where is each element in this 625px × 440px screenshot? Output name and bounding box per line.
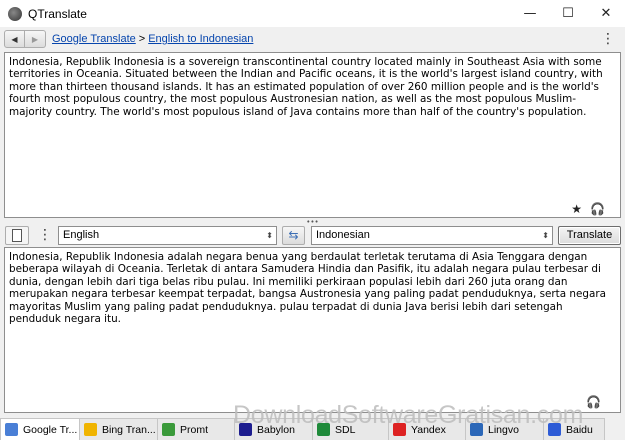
back-button[interactable]: ◀ <box>4 30 25 48</box>
translation-listen-icon[interactable]: 🎧 <box>586 395 601 409</box>
target-language-select[interactable]: Indonesian ⬍ <box>311 226 553 245</box>
source-actions: ★ 🎧 <box>571 202 605 216</box>
source-language-select[interactable]: English ⬍ <box>58 226 277 245</box>
close-button[interactable]: ✕ <box>587 0 625 27</box>
favorite-star-icon[interactable]: ★ <box>571 202 582 216</box>
window-title: QTranslate <box>28 6 87 21</box>
babylon-icon <box>239 423 252 436</box>
tab-label: Baidu <box>566 423 593 436</box>
tab-label: Babylon <box>257 423 295 436</box>
breadcrumb-service-link[interactable]: Google Translate <box>52 33 136 45</box>
sdl-icon <box>317 423 330 436</box>
source-language-value: English <box>63 229 100 241</box>
language-toolbar: ⋮ English ⬍ ⇆ Indonesian ⬍ Translate <box>0 225 625 246</box>
source-text-area[interactable]: Indonesia, Republik Indonesia is a sover… <box>4 52 621 218</box>
tab-google-translate[interactable]: Google Tr... <box>0 418 80 440</box>
maximize-button[interactable]: ☐ <box>549 0 587 27</box>
translation-actions: 🎧 <box>586 395 601 409</box>
tab-yandex[interactable]: Yandex <box>388 418 466 440</box>
tab-label: Promt <box>180 423 209 436</box>
breadcrumb-separator: > <box>138 33 146 45</box>
tab-label: Lingvo <box>488 423 519 436</box>
yandex-icon <box>393 423 406 436</box>
lingvo-icon <box>470 423 483 436</box>
source-listen-icon[interactable]: 🎧 <box>590 202 605 216</box>
translate-button[interactable]: Translate <box>558 226 621 245</box>
tab-label: Yandex <box>411 423 446 436</box>
tab-baidu[interactable]: Baidu <box>543 418 605 440</box>
breadcrumb-direction-link[interactable]: English to Indonesian <box>148 33 253 45</box>
copy-button[interactable] <box>5 226 29 245</box>
main-menu-icon[interactable]: ⋮ <box>601 32 615 46</box>
breadcrumb: Google Translate > English to Indonesian <box>52 33 253 45</box>
app-logo-icon <box>8 6 22 21</box>
dropdown-arrow-icon: ⬍ <box>542 231 549 240</box>
tab-label: Bing Tran... <box>102 423 156 436</box>
tab-lingvo[interactable]: Lingvo <box>465 418 544 440</box>
baidu-icon <box>548 423 561 436</box>
title-bar: QTranslate — ☐ ✕ <box>0 0 625 27</box>
target-language-value: Indonesian <box>316 229 370 241</box>
navigation-bar: ◀ ▶ Google Translate > English to Indonesi… <box>0 28 625 50</box>
dropdown-arrow-icon: ⬍ <box>266 231 273 240</box>
google-translate-icon <box>5 423 18 436</box>
bing-icon <box>84 423 97 436</box>
tab-sdl[interactable]: SDL <box>312 418 389 440</box>
tab-babylon[interactable]: Babylon <box>234 418 313 440</box>
pane-splitter[interactable]: ••• <box>0 219 625 226</box>
tab-promt[interactable]: Promt <box>157 418 235 440</box>
minimize-button[interactable]: — <box>511 0 549 27</box>
toolbar-menu-icon[interactable]: ⋮ <box>38 226 52 245</box>
forward-button[interactable]: ▶ <box>25 30 46 48</box>
tab-bing-translator[interactable]: Bing Tran... <box>79 418 158 440</box>
promt-icon <box>162 423 175 436</box>
page-icon <box>12 229 22 242</box>
service-tab-bar: Google Tr... Bing Tran... Promt Babylon … <box>0 417 625 440</box>
swap-languages-button[interactable]: ⇆ <box>282 226 305 245</box>
tab-label: Google Tr... <box>23 423 78 436</box>
translation-text-area[interactable]: Indonesia, Republik Indonesia adalah neg… <box>4 247 621 413</box>
tab-label: SDL <box>335 423 356 436</box>
window-controls: — ☐ ✕ <box>511 0 625 27</box>
